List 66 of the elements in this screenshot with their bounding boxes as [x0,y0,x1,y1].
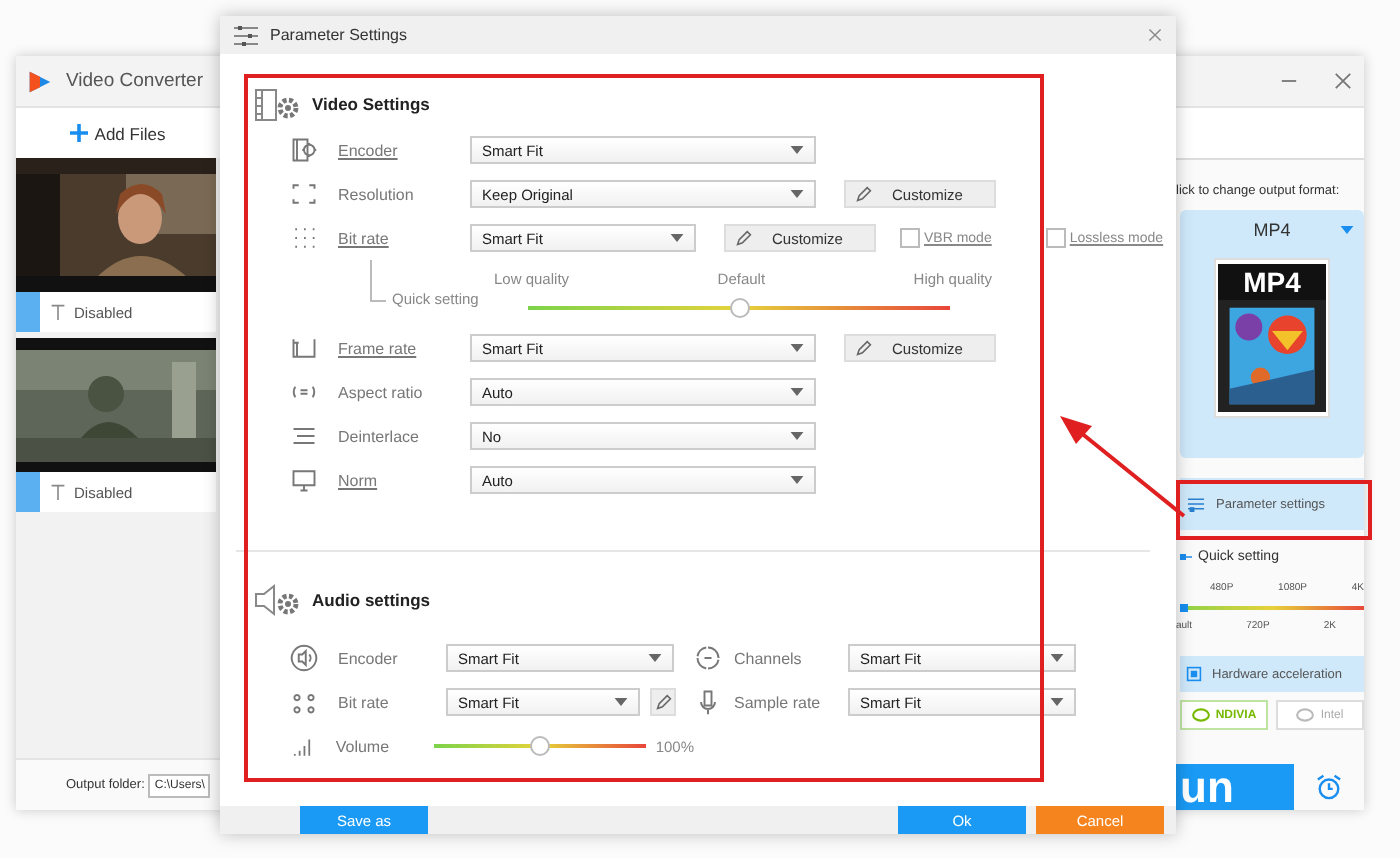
format-card[interactable]: MP4 MP4 [1180,210,1364,458]
badge-label: MP4 [1218,264,1326,300]
format-name: MP4 [1253,220,1291,240]
setting-label: Bit rate [338,693,391,711]
dialog-title: Parameter Settings [270,26,407,44]
alarm-clock-icon[interactable] [1316,774,1342,800]
checkbox[interactable] [900,228,920,248]
section-heading: Audio settings [312,590,431,610]
setting-label: Deinterlace [338,427,421,445]
pencil-icon [655,694,671,710]
pencil-icon [736,230,752,246]
caret-icon [790,388,804,396]
tree-line [370,260,386,302]
text-icon [50,304,66,320]
close-icon[interactable] [1148,28,1162,42]
caret-icon [648,654,662,662]
monitor-icon [290,466,318,494]
caret-icon [790,190,804,198]
logo-icon [28,69,52,93]
corners-icon [290,180,318,208]
setting-link[interactable]: Bit rate [338,229,470,247]
window-title: Video Converter [66,70,203,92]
lines-icon [290,422,318,450]
setting-link[interactable]: Encoder [338,141,470,159]
caret-icon [1050,698,1064,706]
microphone-icon [694,688,722,716]
caret-icon [1050,654,1064,662]
section-heading: Video Settings [312,94,430,114]
setting-label: Encoder [338,649,400,667]
caret-icon [670,234,684,242]
slider-icon [1180,554,1192,560]
pencil-icon [856,340,872,356]
setting-label: Resolution [338,185,416,203]
setting-link[interactable]: Norm [338,471,470,489]
caret-icon [790,344,804,352]
add-files-button[interactable]: Add Files [16,108,220,158]
film-gear-icon [290,136,318,164]
setting-label: Volume [335,737,392,755]
plus-icon [70,124,89,142]
slider-thumb[interactable] [530,736,551,756]
sliders-icon [234,25,258,45]
frame-icon [290,334,318,362]
film-gear-icon [254,86,302,122]
caret-icon [614,698,628,706]
dots-icon [290,224,318,252]
slider-thumb[interactable] [729,298,749,318]
sliders-icon [1188,496,1204,512]
close-icon[interactable] [1334,72,1352,90]
caret-icon [790,476,804,484]
setting-label: Aspect ratio [338,383,425,401]
pencil-icon [856,186,872,202]
speaker-icon [290,644,318,672]
speaker-gear-icon [254,582,302,618]
setting-label: Channels [734,649,804,667]
caret-icon [790,146,804,154]
caret-icon [1340,226,1354,234]
text-icon [50,484,66,500]
setting-label: Sample rate [734,693,823,711]
arrow [1060,416,1186,518]
slider-thumb[interactable] [1180,604,1188,612]
dots-icon [290,688,318,716]
edit-button[interactable] [650,688,676,716]
setting-link[interactable]: Frame rate [338,339,470,357]
checkbox[interactable] [1045,228,1066,248]
caret-icon [790,432,804,440]
chip-icon [1186,666,1202,682]
